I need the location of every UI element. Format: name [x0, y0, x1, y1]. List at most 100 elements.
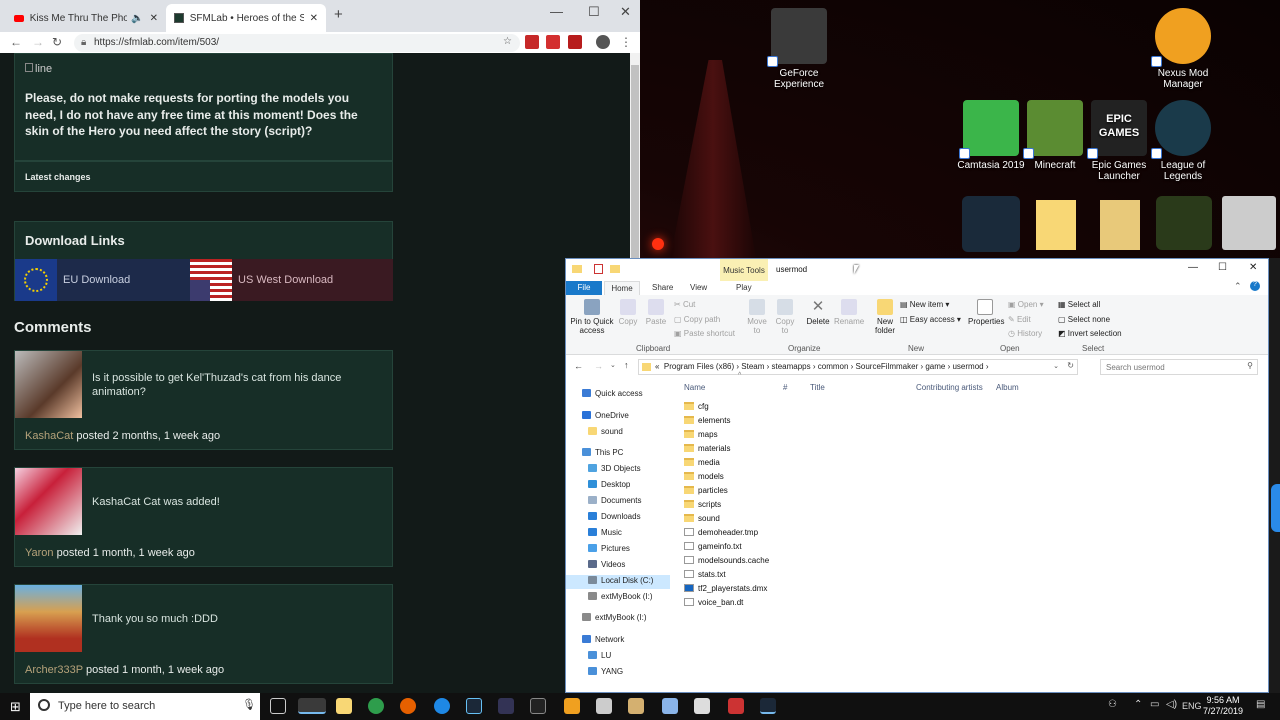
mail-icon[interactable] [694, 698, 710, 714]
people-icon[interactable]: ⚇ [1108, 699, 1117, 710]
properties-icon[interactable] [594, 264, 603, 274]
pin-quick-access-button[interactable]: Pin to Quick access [570, 299, 614, 335]
tab-view[interactable]: View [690, 281, 707, 295]
address-bar[interactable]: 🔒︎ https://sfmlab.com/item/503/ ☆ [74, 34, 520, 52]
file-explorer-icon[interactable] [298, 698, 326, 714]
steam-icon[interactable] [466, 698, 482, 714]
desktop-icon-league[interactable]: League of Legends [1146, 100, 1220, 182]
notifications-icon[interactable]: ▤ [1256, 699, 1265, 710]
maximize-button[interactable]: ☐ [588, 4, 600, 20]
comment-user-link[interactable]: KashaCat [25, 430, 73, 442]
extension-icon[interactable] [568, 35, 582, 49]
app-icon[interactable] [728, 698, 744, 714]
close-window-button[interactable]: ✕ [1249, 262, 1257, 273]
file-row[interactable]: particles [684, 486, 728, 495]
search-icon[interactable]: ⚲ [1247, 361, 1253, 370]
desktop-icon-camtasia[interactable]: Camtasia 2019 [954, 100, 1028, 171]
media-player-icon[interactable] [628, 698, 644, 714]
file-row[interactable]: materials [684, 444, 730, 453]
forward-icon[interactable]: → [32, 35, 44, 49]
sidebar-item[interactable]: YANG [588, 667, 623, 676]
avatar[interactable] [15, 468, 82, 535]
sidebar-item[interactable]: Quick access [582, 389, 643, 398]
account-icon[interactable] [596, 35, 610, 49]
menu-icon[interactable]: ⋮ [620, 35, 632, 49]
back-icon[interactable]: ← [10, 35, 22, 49]
column-number[interactable]: # [783, 383, 787, 392]
back-icon[interactable]: ← [574, 361, 583, 371]
eu-download-button[interactable]: EU Download [15, 259, 190, 301]
firefox-icon[interactable] [400, 698, 416, 714]
edge-icon[interactable] [434, 698, 450, 714]
tab-home[interactable]: Home [604, 281, 640, 295]
calculator-icon[interactable] [596, 698, 612, 714]
copy-path-button[interactable]: ▢ Copy path [674, 315, 720, 324]
latest-changes-panel[interactable]: Latest changes [14, 161, 393, 192]
file-row[interactable]: media [684, 458, 720, 467]
avatar[interactable] [15, 351, 82, 418]
chevron-down-icon[interactable]: ⌄ [1053, 362, 1059, 370]
sidebar-item[interactable]: sound [588, 427, 623, 436]
comment-user-link[interactable]: Yaron [25, 547, 54, 559]
notepad-icon[interactable] [662, 698, 678, 714]
extension-icon[interactable] [546, 35, 560, 49]
new-tab-button[interactable]: + [334, 6, 343, 23]
tab-sfmlab[interactable]: SFMLab • Heroes of the Storm p... ✕ [166, 4, 326, 32]
desktop-icon-minecraft[interactable]: Minecraft [1018, 100, 1092, 171]
taskbar-search-input[interactable]: Type here to search 🎙︎ [30, 693, 260, 720]
file-row[interactable]: cfg [684, 402, 709, 411]
paste-shortcut-button[interactable]: ▣ Paste shortcut [674, 329, 735, 338]
file-row[interactable]: elements [684, 416, 730, 425]
minimize-button[interactable]: — [550, 4, 563, 19]
copy-button[interactable]: Copy [616, 299, 640, 326]
chevron-down-icon[interactable]: ⌃ [1234, 281, 1242, 292]
open-button[interactable]: ▣ Open ▾ [1008, 300, 1044, 309]
file-row[interactable]: gameinfo.txt [684, 542, 742, 551]
new-folder-icon[interactable] [610, 265, 620, 273]
chevron-down-icon[interactable]: ⌄ [610, 361, 616, 369]
adblock-icon[interactable] [525, 35, 539, 49]
side-widget[interactable] [1271, 484, 1280, 532]
search-input[interactable]: Search usermod ⚲ [1100, 359, 1258, 375]
file-row[interactable]: sound [684, 514, 720, 523]
rename-button[interactable]: Rename [834, 299, 864, 326]
cut-button[interactable]: ✂ Cut [674, 300, 695, 309]
help-icon[interactable]: ? [1250, 281, 1260, 291]
language-indicator[interactable]: ENG [1182, 701, 1202, 711]
close-icon[interactable]: ✕ [310, 13, 318, 24]
select-all-button[interactable]: ▦ Select all [1058, 300, 1100, 309]
volume-icon[interactable]: ◁) [1166, 699, 1177, 710]
sidebar-item[interactable]: Pictures [588, 544, 630, 553]
refresh-icon[interactable]: ↻ [1067, 361, 1074, 370]
column-title[interactable]: Title [810, 383, 825, 392]
desktop-icon-partial-1[interactable] [962, 196, 1020, 252]
sidebar-item[interactable]: Downloads [588, 512, 641, 521]
sidebar-item[interactable]: extMyBook (I:) [582, 613, 647, 622]
desktop-icon-partial-3[interactable] [1222, 196, 1276, 250]
sidebar-item[interactable]: This PC [582, 448, 623, 457]
file-row[interactable]: stats.txt [684, 570, 726, 579]
tab-file[interactable]: File [566, 281, 602, 295]
chrome-icon[interactable] [368, 698, 384, 714]
desktop-icon-epic[interactable]: EPIC GAMES Epic Games Launcher [1082, 100, 1156, 182]
sidebar-item[interactable]: Desktop [588, 480, 630, 489]
edit-button[interactable]: ✎ Edit [1008, 315, 1031, 324]
chevron-up-icon[interactable]: ⌃ [1134, 699, 1142, 710]
forward-icon[interactable]: → [594, 361, 603, 371]
invert-selection-button[interactable]: ◩ Invert selection [1058, 329, 1122, 338]
us-download-button[interactable]: US West Download [190, 259, 393, 301]
minimize-button[interactable]: — [1188, 262, 1198, 273]
copy-to-button[interactable]: Copy to [772, 299, 798, 335]
file-row[interactable]: voice_ban.dt [684, 598, 743, 607]
avatar[interactable] [15, 585, 82, 652]
sidebar-item[interactable]: Videos [588, 560, 625, 569]
sidebar-item[interactable]: LU [588, 651, 611, 660]
properties-button[interactable]: Properties [968, 299, 1004, 326]
sidebar-item[interactable]: Network [582, 635, 624, 644]
desktop-icon-partial-2[interactable] [1156, 196, 1212, 250]
file-row[interactable]: modelsounds.cache [684, 556, 769, 565]
sidebar-item[interactable]: Documents [588, 496, 641, 505]
store-icon[interactable] [336, 698, 352, 714]
file-row[interactable]: maps [684, 430, 718, 439]
task-view-icon[interactable] [270, 698, 286, 714]
